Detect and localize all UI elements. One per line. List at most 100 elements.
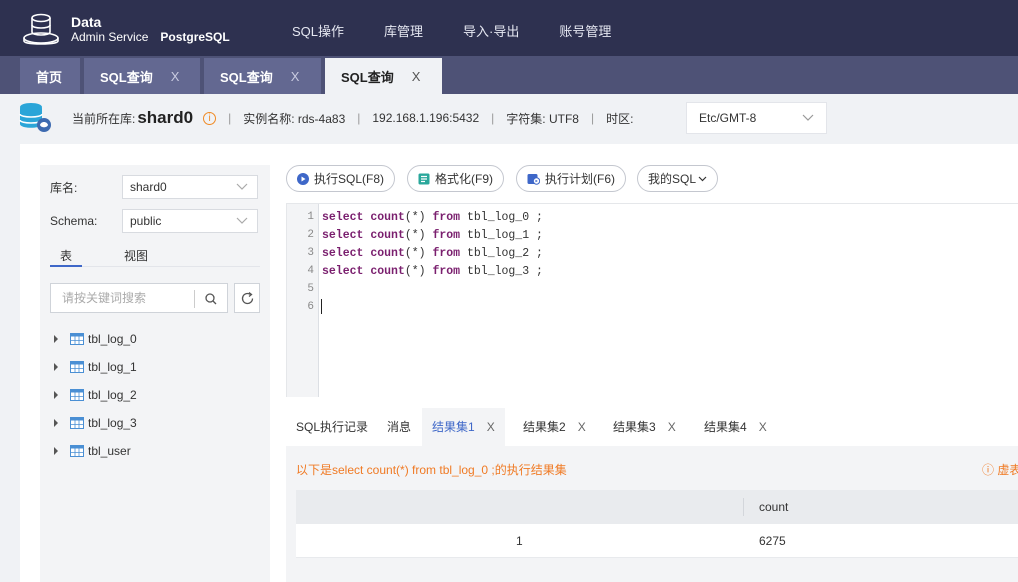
nav-sql-ops[interactable]: SQL操作 <box>292 21 344 40</box>
close-icon[interactable]: X <box>487 420 495 434</box>
tab-result-set-4[interactable]: 结果集4 X <box>704 408 767 446</box>
schema-select[interactable]: public <box>122 209 258 233</box>
tab-views[interactable]: 视图 <box>124 247 148 264</box>
tab-label: SQL执行记录 <box>296 420 369 434</box>
tab-sql-query-1[interactable]: SQL查询 X <box>84 58 200 94</box>
table-header: count <box>296 490 1018 524</box>
table-search <box>50 283 228 313</box>
close-icon[interactable]: X <box>668 420 676 434</box>
timezone-value: Etc/GMT-8 <box>699 111 757 125</box>
column-divider[interactable] <box>743 498 744 516</box>
format-button[interactable]: 格式化(F9) <box>407 165 504 192</box>
search-icon[interactable] <box>204 292 218 306</box>
line-number-gutter: 1 2 3 4 5 6 <box>287 204 319 397</box>
sql-editor[interactable]: 1 2 3 4 5 6 select count(*) from tbl_log… <box>286 203 1018 397</box>
tree-node-table[interactable]: tbl_log_1 <box>54 353 137 381</box>
sql-keyword: from <box>432 265 461 278</box>
result-panel: 以下是select count(*) from tbl_log_0 ;的执行结果… <box>286 446 1018 582</box>
tree-node-table[interactable]: tbl_log_0 <box>54 325 137 353</box>
tab-label: 结果集1 <box>432 420 475 434</box>
my-sql-dropdown[interactable]: 我的SQL <box>637 165 719 192</box>
play-icon <box>297 172 309 185</box>
explain-plan-label: 执行计划(F6) <box>545 172 615 186</box>
tree-node-table[interactable]: tbl_log_3 <box>54 409 137 437</box>
object-browser: 库名: shard0 Schema: public 表 视图 请按关键词搜索 t… <box>40 165 270 582</box>
info-warning-icon[interactable]: i <box>203 111 217 125</box>
sql-keyword: count <box>370 229 405 242</box>
table-name: tbl_log_1 <box>88 360 137 374</box>
code-line: select count(*) from tbl_log_0 ; <box>322 211 543 224</box>
explain-plan-button[interactable]: 执行计划(F6) <box>516 165 626 192</box>
current-db-name: shard0 <box>137 108 194 127</box>
schema-label: Schema: <box>50 214 98 228</box>
timezone-select[interactable]: Etc/GMT-8 <box>686 102 827 134</box>
run-sql-label: 执行SQL(F8) <box>314 172 385 186</box>
caret-right-icon[interactable] <box>54 391 58 399</box>
result-tabs: SQL执行记录 消息 结果集1 X 结果集2 X 结果集3 X 结果集4 X <box>286 408 1018 446</box>
table-icon <box>70 389 84 401</box>
refresh-button[interactable] <box>234 283 260 313</box>
chevron-down-icon <box>802 103 814 146</box>
sql-keyword: from <box>432 211 461 224</box>
sql-keyword: select <box>322 247 364 260</box>
chevron-down-icon <box>236 176 248 207</box>
nav-account-manage[interactable]: 账号管理 <box>559 21 611 40</box>
top-nav: SQL操作 库管理 导入·导出 账号管理 <box>292 21 651 40</box>
chevron-down-icon <box>698 176 707 181</box>
tree-node-table[interactable]: tbl_user <box>54 437 137 465</box>
search-input[interactable] <box>51 284 191 312</box>
line-number: 4 <box>307 265 314 277</box>
separator: | <box>590 111 595 125</box>
tab-messages[interactable]: 消息 <box>387 408 411 446</box>
sql-keyword: count <box>370 265 405 278</box>
table-icon <box>70 333 84 345</box>
db-select[interactable]: shard0 <box>122 175 258 199</box>
caret-right-icon[interactable] <box>54 419 58 427</box>
run-sql-button[interactable]: 执行SQL(F8) <box>286 165 396 192</box>
tab-label: 结果集2 <box>523 420 566 434</box>
tab-sql-query-2[interactable]: SQL查询 X <box>204 58 321 94</box>
close-icon[interactable]: X <box>412 69 421 84</box>
tab-label: SQL查询 <box>341 69 394 85</box>
tab-label: 结果集3 <box>613 420 656 434</box>
tab-label: SQL查询 <box>220 69 273 85</box>
tab-result-set-1[interactable]: 结果集1 X <box>422 408 505 446</box>
refresh-icon <box>241 291 254 305</box>
brand-engine: PostgreSQL <box>160 30 230 44</box>
sql-keyword: select <box>322 229 364 242</box>
caret-right-icon[interactable] <box>54 335 58 343</box>
line-number: 2 <box>307 229 314 241</box>
close-icon[interactable]: X <box>578 420 586 434</box>
code-line: select count(*) from tbl_log_1 ; <box>322 229 543 242</box>
tree-node-table[interactable]: tbl_log_2 <box>54 381 137 409</box>
divider <box>194 290 195 308</box>
caret-right-icon[interactable] <box>54 363 58 371</box>
tab-result-set-3[interactable]: 结果集3 X <box>613 408 676 446</box>
column-header-count[interactable]: count <box>759 500 788 514</box>
table-row[interactable]: 1 6275 <box>296 524 1018 558</box>
tab-result-set-2[interactable]: 结果集2 X <box>523 408 586 446</box>
code-line: select count(*) from tbl_log_3 ; <box>322 265 543 278</box>
tab-sql-history[interactable]: SQL执行记录 <box>296 408 368 446</box>
virtual-table-warning[interactable]: ⓘ 虚表 <box>982 461 1018 478</box>
tab-tables[interactable]: 表 <box>50 247 82 267</box>
close-icon[interactable]: X <box>291 69 300 84</box>
line-number: 5 <box>307 283 314 295</box>
line-number: 6 <box>307 301 314 313</box>
close-icon[interactable]: X <box>171 69 180 84</box>
brand-title: Data <box>71 14 102 30</box>
postgres-db-icon <box>19 103 51 132</box>
table-icon <box>70 361 84 373</box>
tab-home[interactable]: 首页 <box>20 58 80 94</box>
table-name: tbl_log_0 <box>88 332 137 346</box>
info-bar: 当前所在库: shard0 i | 实例名称: rds-4a83 | 192.1… <box>0 94 1018 144</box>
separator: | <box>357 111 361 125</box>
table-name: tbl_log_2 <box>88 388 137 402</box>
nav-import-export[interactable]: 导入·导出 <box>463 21 519 40</box>
caret-right-icon[interactable] <box>54 447 58 455</box>
sql-keyword: select <box>322 211 364 224</box>
tab-sql-query-3[interactable]: SQL查询 X <box>325 58 442 94</box>
format-label: 格式化(F9) <box>435 172 493 186</box>
nav-db-manage[interactable]: 库管理 <box>384 21 423 40</box>
close-icon[interactable]: X <box>759 420 767 434</box>
